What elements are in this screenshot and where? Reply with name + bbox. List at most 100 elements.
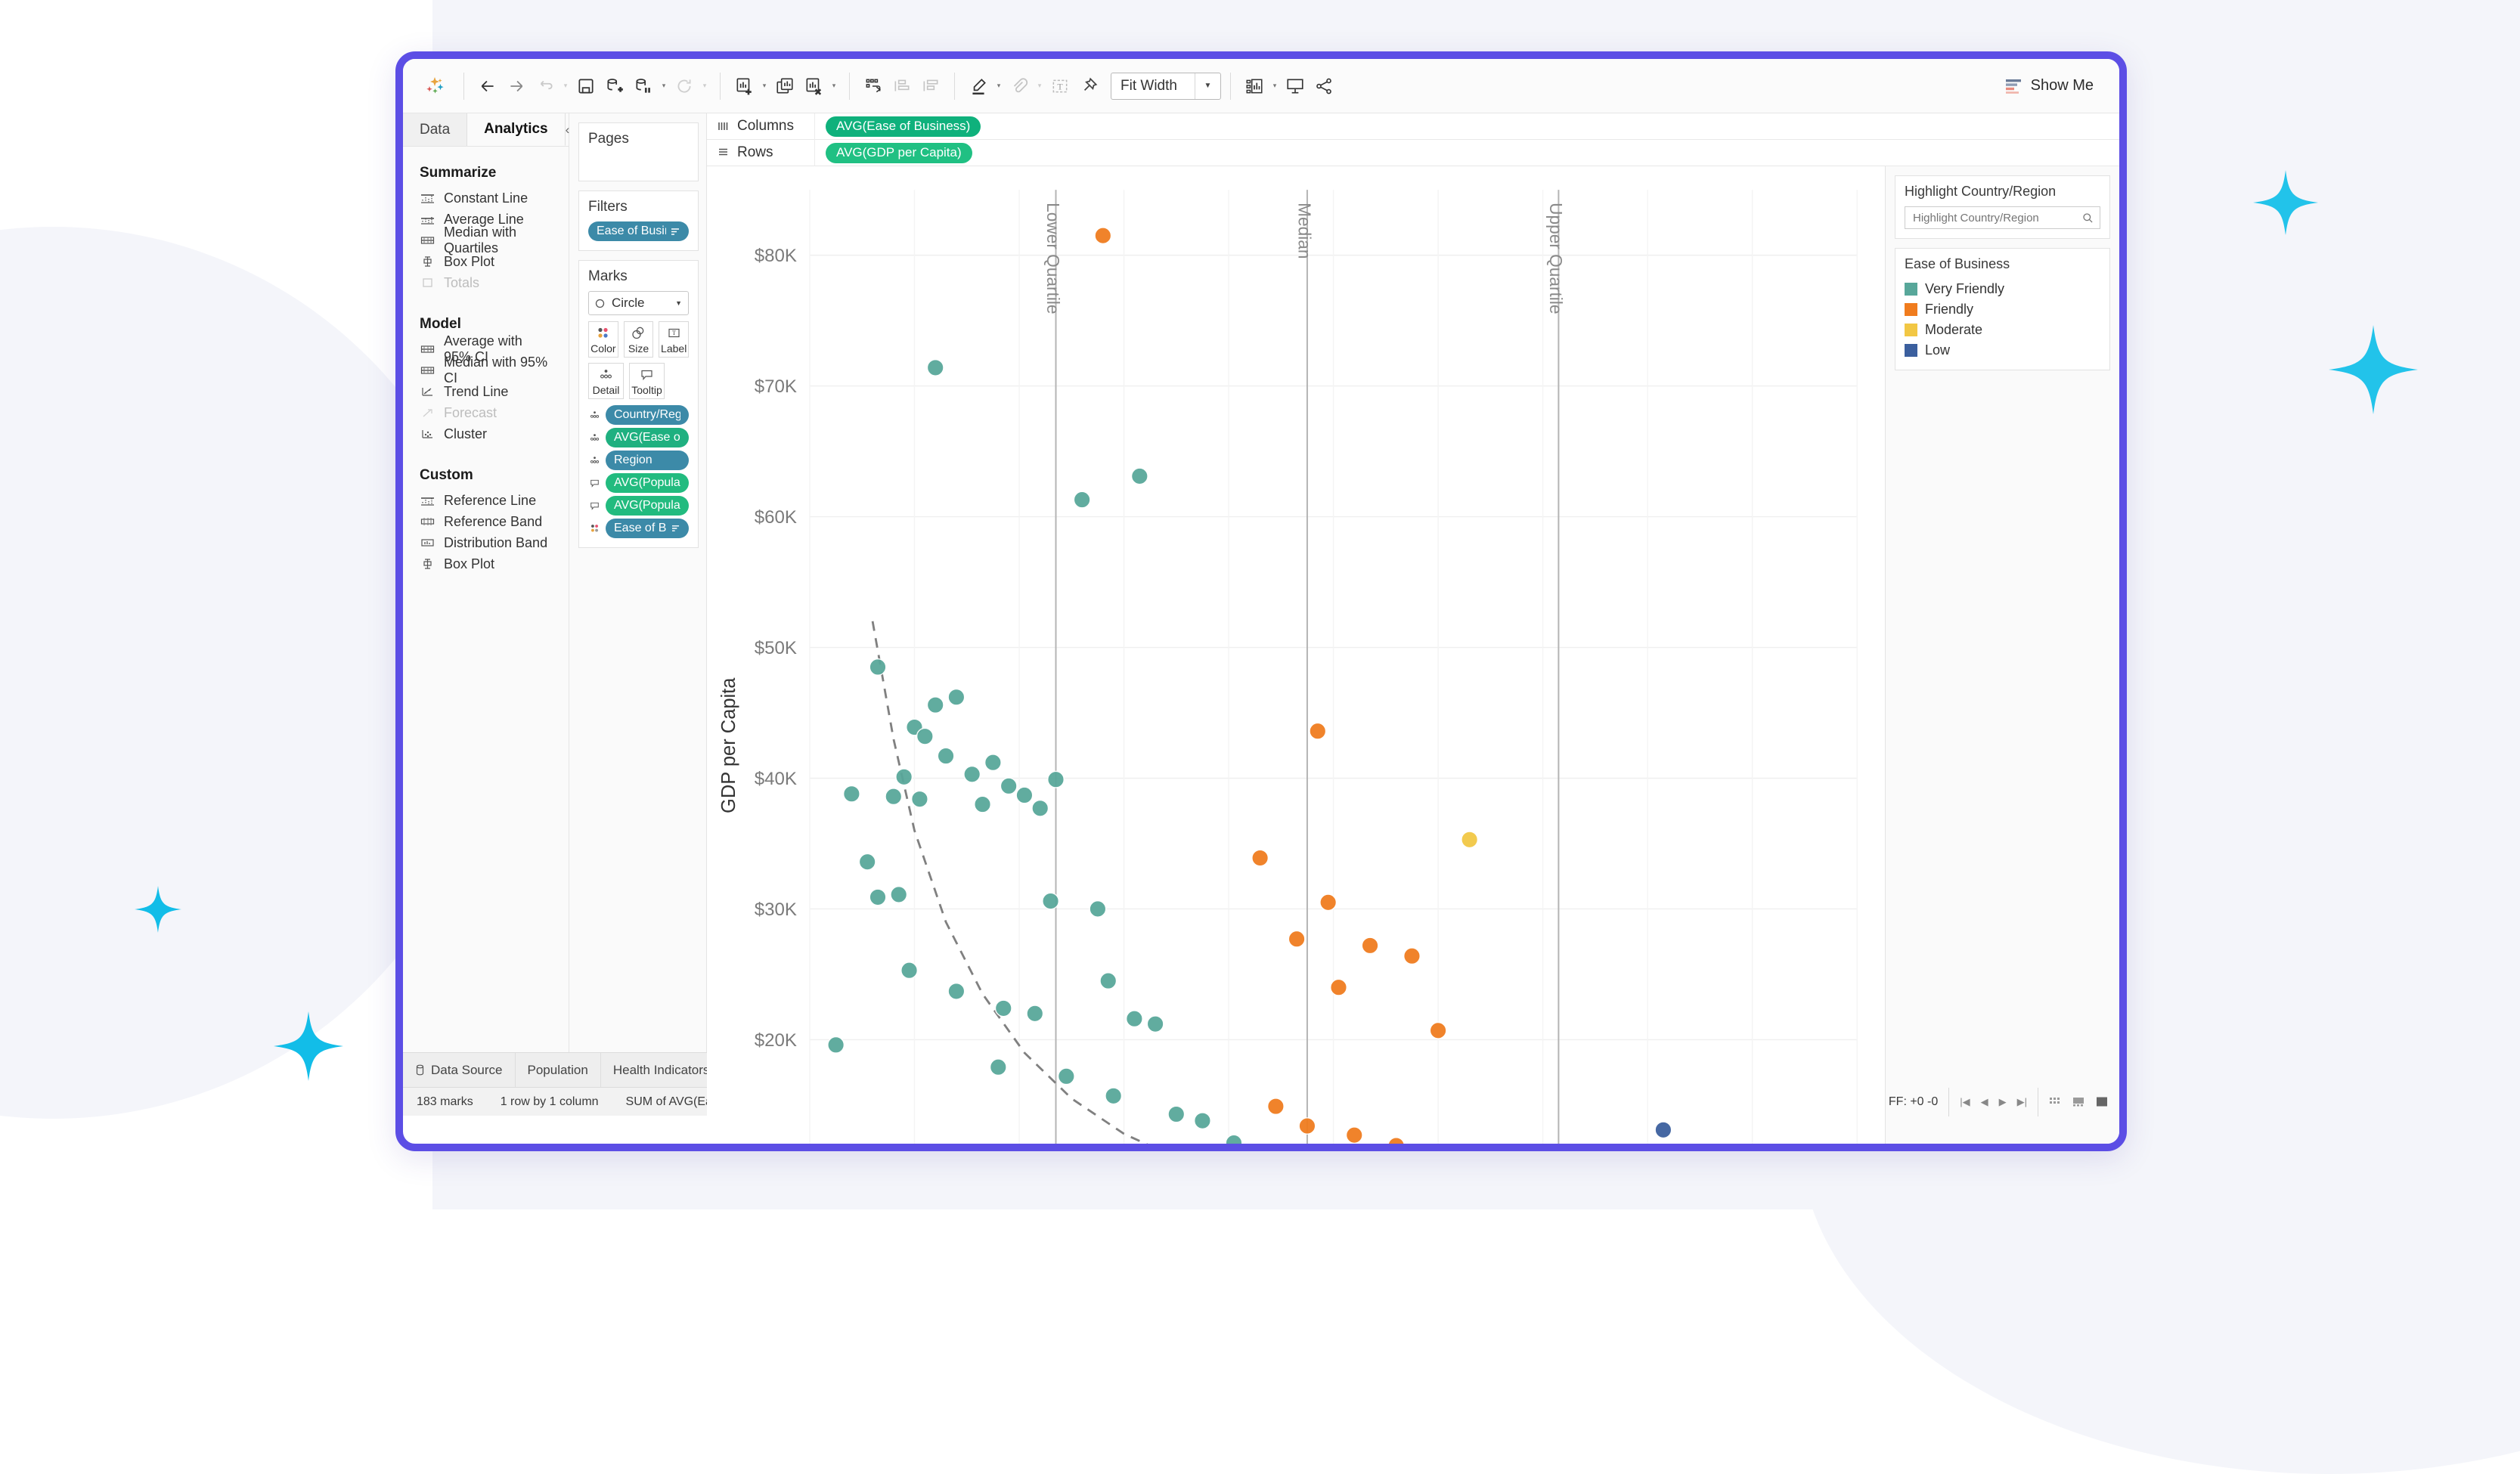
marks-size-button[interactable]: Size — [623, 321, 654, 358]
rows-pill-avg-gdp-per-capita[interactable]: AVG(GDP per Capita) — [826, 142, 972, 163]
worksheet-tab-data-source[interactable]: Data Source — [403, 1053, 516, 1087]
color-palette-icon — [588, 523, 601, 534]
new-worksheet-button[interactable] — [730, 72, 758, 101]
chevron-down-icon[interactable]: ▼ — [1195, 73, 1220, 99]
marks-pill-row[interactable]: Ease of Busine.. — [588, 519, 689, 538]
sparkle-decoration — [135, 886, 181, 933]
forward-button[interactable] — [502, 72, 531, 101]
search-icon[interactable] — [2082, 212, 2094, 224]
worksheet-tab-label: Data Source — [431, 1062, 503, 1077]
push-pin-icon[interactable] — [1074, 72, 1103, 101]
last-page-button[interactable]: ▶| — [2017, 1096, 2027, 1108]
share-nodes-icon[interactable] — [1310, 72, 1338, 101]
save-button[interactable] — [572, 72, 600, 101]
marks-pill-country-region[interactable]: Country/Region — [606, 405, 689, 425]
analytics-item-distribution-band[interactable]: Distribution Band — [403, 532, 569, 553]
marks-pill-row[interactable]: AVG(Ease of Busi.. — [588, 428, 689, 447]
analytics-item-constant-line[interactable]: Constant Line — [403, 187, 569, 209]
legend-item-friendly[interactable]: Friendly — [1905, 299, 2100, 320]
clear-sheet-dropdown-caret[interactable]: ▾ — [828, 72, 840, 101]
pause-dropdown-caret[interactable]: ▾ — [658, 72, 670, 101]
fit-select[interactable]: Fit Width ▼ — [1111, 72, 1221, 100]
analytics-item-median-with-quartiles[interactable]: Median with Quartiles — [403, 225, 569, 255]
marks-pill-avg-ease-of-business[interactable]: AVG(Ease of Busi.. — [606, 428, 689, 447]
pause-data-button[interactable] — [629, 72, 658, 101]
analytics-item-box-plot-custom[interactable]: Box Plot — [403, 553, 569, 574]
worksheet-tab-health-indicators[interactable]: Health Indicators — [600, 1053, 723, 1087]
marks-color-button[interactable]: Color — [588, 321, 618, 358]
highlighter-dropdown-caret[interactable]: ▾ — [993, 72, 1005, 101]
clear-sheet-button[interactable] — [799, 72, 828, 101]
status-dimensions: 1 row by 1 column — [500, 1095, 599, 1108]
highlight-search-box[interactable] — [1905, 206, 2100, 229]
rows-icon — [714, 147, 731, 158]
new-worksheet-dropdown-caret[interactable]: ▾ — [758, 72, 770, 101]
sort-descending-button[interactable] — [916, 72, 945, 101]
worksheet-tab-population[interactable]: Population — [515, 1053, 601, 1087]
marks-pill-region[interactable]: Region — [606, 451, 689, 470]
marks-pill-row[interactable]: Country/Region — [588, 405, 689, 425]
presentation-screen-icon[interactable] — [1281, 72, 1310, 101]
chevron-left-icon[interactable]: ‹ — [566, 113, 570, 146]
legend-swatch — [1905, 303, 1917, 316]
marks-pill-avg-population-1[interactable]: AVG(Population .. — [606, 473, 689, 493]
analytics-item-median-with-95-ci[interactable]: Median with 95% CI — [403, 355, 569, 386]
marks-pill-avg-population-2[interactable]: AVG(Population .. — [606, 496, 689, 516]
undo-dropdown-caret[interactable]: ▾ — [559, 72, 572, 101]
grid-view-icon[interactable] — [2049, 1096, 2062, 1107]
paperclip-icon[interactable] — [1005, 72, 1034, 101]
tab-data[interactable]: Data — [403, 113, 468, 146]
scatter-plot-canvas[interactable]: $0K$10K$20K$30K$40K$50K$60K$70K$80KGDP p… — [707, 166, 1885, 1151]
previous-page-button[interactable]: ◀ — [1981, 1096, 1988, 1108]
toolbar-divider — [849, 72, 850, 100]
analytics-list: Summarize Constant Line Average Line Med… — [403, 147, 569, 574]
cards-dropdown-caret[interactable]: ▾ — [1269, 72, 1281, 101]
tab-analytics[interactable]: Analytics — [467, 113, 566, 146]
filmstrip-view-icon[interactable] — [2072, 1096, 2085, 1107]
show-me-bars-icon — [2005, 79, 2023, 94]
undo-loop-icon[interactable] — [531, 72, 559, 101]
show-me-button[interactable]: Show Me — [1996, 71, 2103, 101]
chevron-down-icon[interactable]: ▼ — [675, 299, 682, 307]
highlight-search-input[interactable] — [1911, 210, 2082, 225]
refresh-circle-icon[interactable] — [670, 72, 699, 101]
back-button[interactable] — [473, 72, 502, 101]
toolbar-divider — [463, 72, 464, 100]
sort-ascending-button[interactable] — [888, 72, 916, 101]
next-page-button[interactable]: ▶ — [1999, 1096, 2007, 1108]
status-view-modes — [2038, 1087, 2119, 1116]
duplicate-sheet-button[interactable] — [770, 72, 799, 101]
mark-type-select[interactable]: Circle ▼ — [588, 291, 689, 315]
sparkle-decoration — [2329, 325, 2418, 414]
refresh-dropdown-caret[interactable]: ▾ — [699, 72, 711, 101]
marks-detail-button[interactable]: Detail — [588, 363, 624, 399]
filter-pill-ease-of-business[interactable]: Ease of Business (cl.. — [588, 221, 689, 241]
first-page-button[interactable]: |◀ — [1960, 1096, 1970, 1108]
legend-item-low[interactable]: Low — [1905, 340, 2100, 361]
legend-item-moderate[interactable]: Moderate — [1905, 320, 2100, 340]
analytics-item-reference-band[interactable]: Reference Band — [403, 511, 569, 532]
highlighter-pen-icon[interactable] — [964, 72, 993, 101]
scatter-plot[interactable]: $0K$10K$20K$30K$40K$50K$60K$70K$80KGDP p… — [707, 166, 1885, 1151]
marks-pill-row[interactable]: Region — [588, 451, 689, 470]
analytics-item-reference-line[interactable]: Reference Line — [403, 490, 569, 511]
columns-shelf[interactable]: Columns AVG(Ease of Business) — [707, 113, 2119, 140]
rows-shelf[interactable]: Rows AVG(GDP per Capita) — [707, 139, 2119, 166]
worksheet-tab-label: Population — [527, 1062, 588, 1077]
marks-label-button[interactable]: T Label — [659, 321, 690, 358]
marks-tooltip-button[interactable]: Tooltip — [629, 363, 665, 399]
annotation-dropdown-caret[interactable]: ▾ — [1034, 72, 1046, 101]
tableau-sparkle-logo[interactable] — [420, 71, 450, 101]
text-box-icon[interactable]: T — [1046, 72, 1074, 101]
swap-axes-icon[interactable] — [859, 72, 888, 101]
new-data-source-button[interactable] — [600, 72, 629, 101]
show-hide-cards-button[interactable] — [1240, 72, 1269, 101]
marks-pill-ease-of-business-color[interactable]: Ease of Busine.. — [606, 519, 689, 538]
sheet-view-icon[interactable] — [2096, 1096, 2109, 1107]
marks-pill-row[interactable]: AVG(Population .. — [588, 473, 689, 493]
analytics-item-cluster[interactable]: Cluster — [403, 423, 569, 444]
columns-pill-avg-ease-of-business[interactable]: AVG(Ease of Business) — [826, 116, 981, 137]
legend-item-very-friendly[interactable]: Very Friendly — [1905, 279, 2100, 299]
marks-pill-label: AVG(Ease of Busi.. — [614, 431, 680, 444]
marks-pill-row[interactable]: AVG(Population .. — [588, 496, 689, 516]
